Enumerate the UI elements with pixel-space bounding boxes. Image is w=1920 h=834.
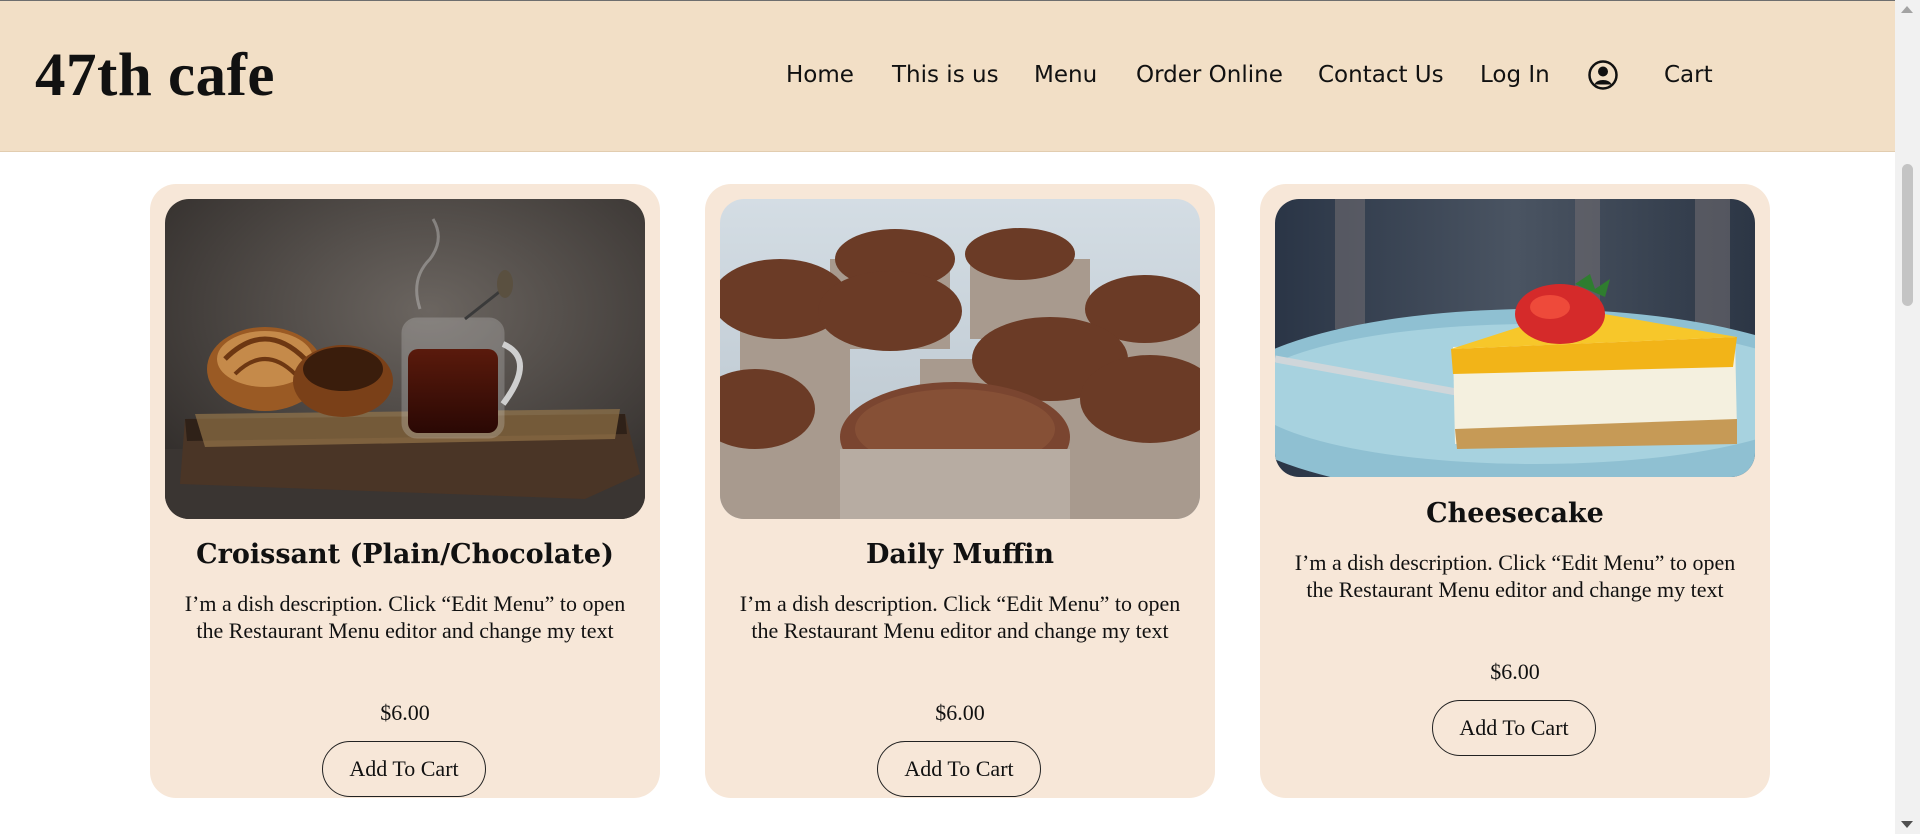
main-nav: Home This is us Menu Order Online Contac… bbox=[0, 57, 1895, 93]
chocolate-muffins-photo bbox=[720, 199, 1200, 519]
dish-description: I’m a dish description. Click “Edit Menu… bbox=[1294, 550, 1736, 602]
add-to-cart-button[interactable]: Add To Cart bbox=[877, 741, 1041, 797]
nav-this-is-us[interactable]: This is us bbox=[892, 57, 999, 93]
dish-price: $6.00 bbox=[1490, 659, 1540, 684]
dish-name: Cheesecake bbox=[1426, 498, 1604, 529]
nav-contact-us[interactable]: Contact Us bbox=[1318, 57, 1444, 93]
scroll-up-arrow-icon[interactable] bbox=[1901, 6, 1913, 13]
menu-card-cheesecake: Cheesecake I’m a dish description. Click… bbox=[1260, 184, 1770, 798]
croissants-and-tea-photo bbox=[165, 199, 645, 519]
nav-log-in[interactable]: Log In bbox=[1480, 57, 1550, 93]
dish-description: I’m a dish description. Click “Edit Menu… bbox=[184, 591, 626, 643]
account-circle-icon[interactable] bbox=[1588, 60, 1618, 90]
nav-cart[interactable]: Cart bbox=[1664, 57, 1713, 93]
cheesecake-with-strawberry-photo bbox=[1275, 199, 1755, 477]
dish-description: I’m a dish description. Click “Edit Menu… bbox=[739, 591, 1181, 643]
site-header: 47th cafe Home This is us Menu Order Onl… bbox=[0, 1, 1895, 152]
dish-name: Croissant (Plain/Chocolate) bbox=[196, 539, 614, 570]
menu-card-daily-muffin: Daily Muffin I’m a dish description. Cli… bbox=[705, 184, 1215, 798]
vertical-scrollbar[interactable] bbox=[1895, 0, 1920, 834]
dish-price: $6.00 bbox=[935, 700, 985, 725]
dish-price: $6.00 bbox=[380, 700, 430, 725]
add-to-cart-button[interactable]: Add To Cart bbox=[1432, 700, 1596, 756]
add-to-cart-button[interactable]: Add To Cart bbox=[322, 741, 486, 797]
scrollbar-thumb[interactable] bbox=[1902, 164, 1913, 306]
menu-card-croissant: Croissant (Plain/Chocolate) I’m a dish d… bbox=[150, 184, 660, 798]
nav-menu[interactable]: Menu bbox=[1034, 57, 1097, 93]
nav-order-online[interactable]: Order Online bbox=[1136, 57, 1283, 93]
dish-name: Daily Muffin bbox=[865, 539, 1055, 570]
scroll-down-arrow-icon[interactable] bbox=[1901, 821, 1913, 828]
nav-home[interactable]: Home bbox=[786, 57, 854, 93]
